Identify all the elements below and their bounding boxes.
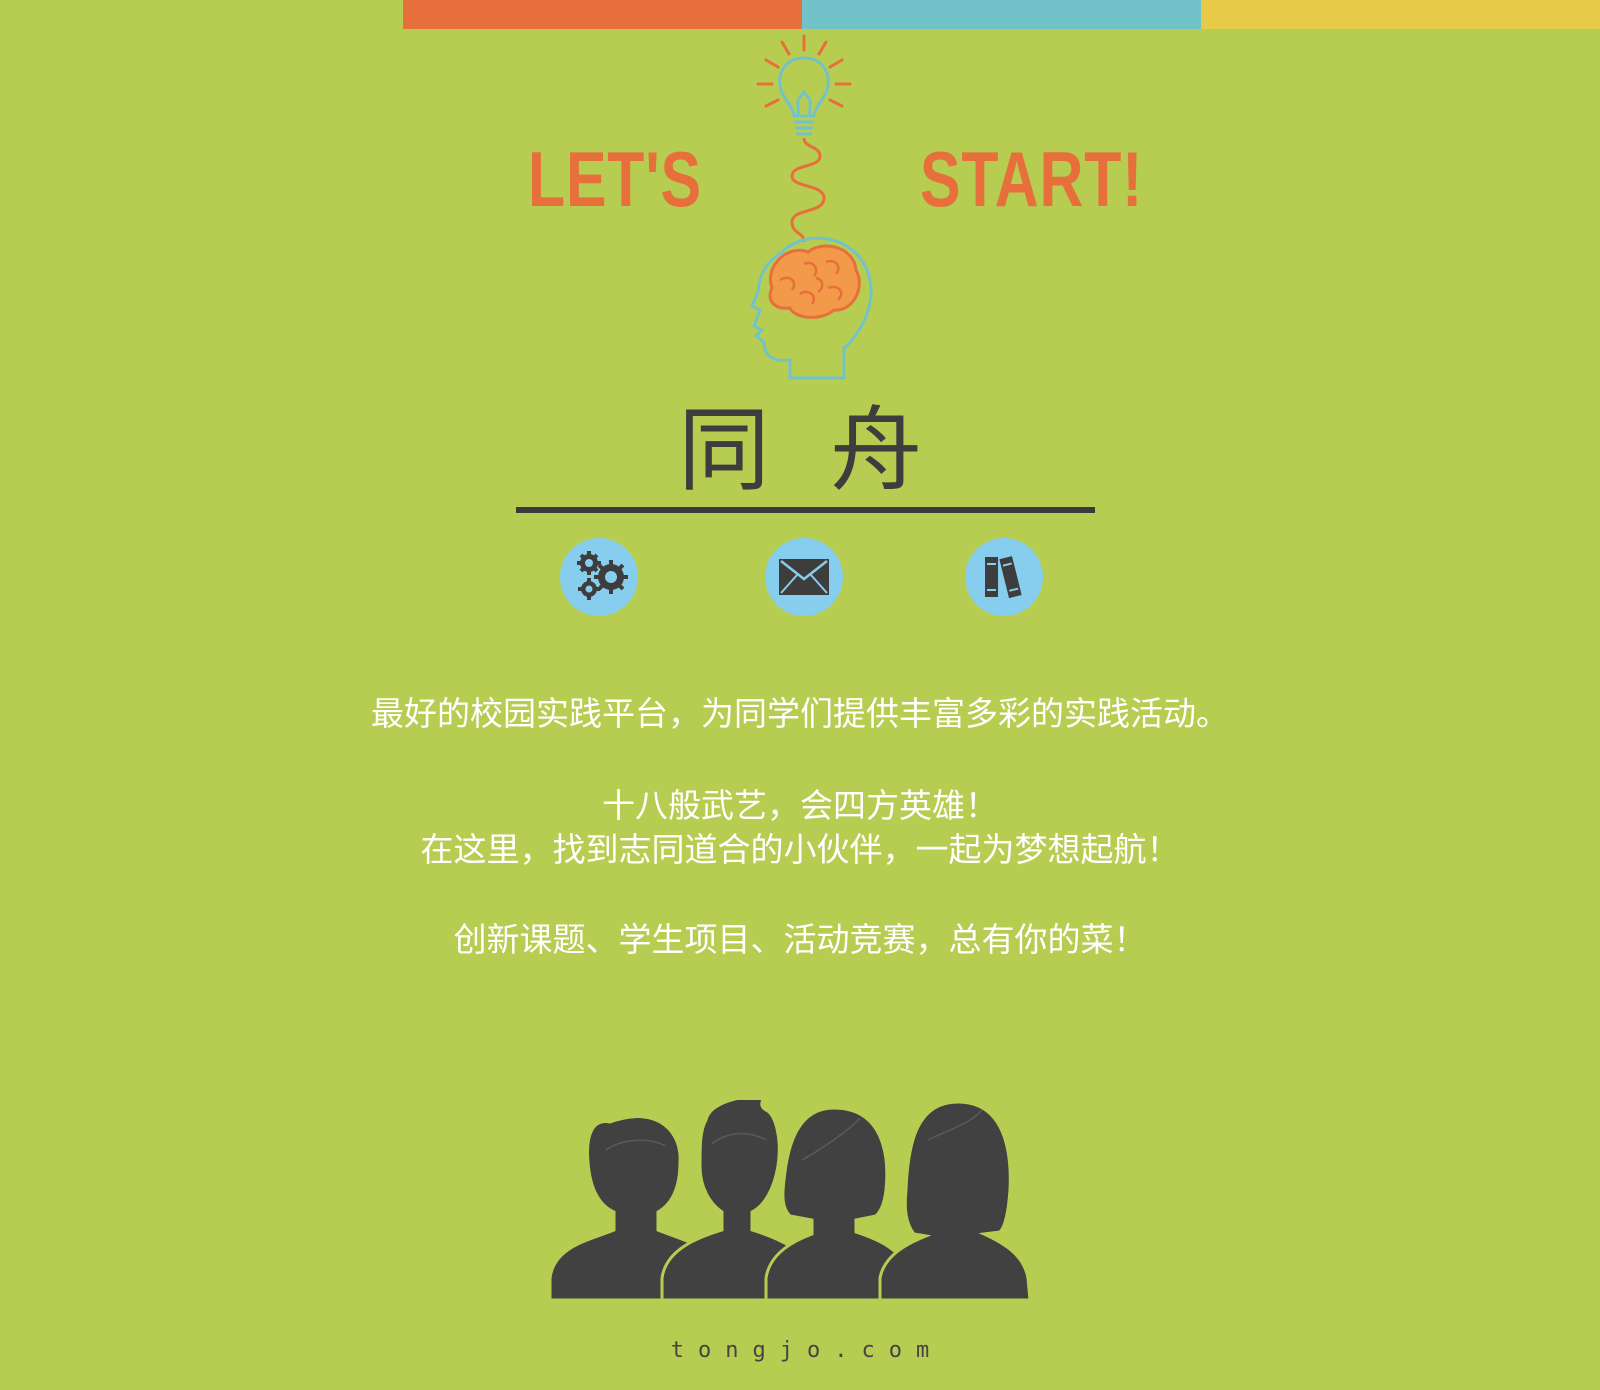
copy-line-2: 十八般武艺，会四方英雄！ <box>602 786 998 825</box>
envelope-icon <box>779 559 829 595</box>
lightbulb-rays-icon <box>756 34 852 108</box>
footer-domain[interactable]: tongjo.com <box>0 1338 1600 1363</box>
top-color-bar <box>403 0 1600 29</box>
team-silhouettes-illustration <box>550 1100 1032 1300</box>
hero-start-text: START! <box>920 135 1144 223</box>
copy-line-3: 在这里，找到志同道合的小伙伴，一起为梦想起航！ <box>420 830 1180 869</box>
lightbulb-brain-illustration <box>750 34 873 380</box>
feature-envelope-button[interactable] <box>765 538 843 616</box>
wire-icon <box>790 137 826 243</box>
brand-title: 同舟 <box>677 397 982 504</box>
feature-books-button[interactable] <box>965 538 1043 616</box>
gears-icon <box>577 551 628 600</box>
hero-lets-text: LET'S <box>528 135 702 223</box>
feature-gears-button[interactable] <box>560 538 638 616</box>
copy-line-1: 最好的校园实践平台，为同学们提供丰富多彩的实践活动。 <box>371 694 1229 733</box>
title-divider <box>516 507 1095 513</box>
top-bar-blue <box>802 0 1201 29</box>
top-bar-yellow <box>1201 0 1600 29</box>
lightbulb-icon <box>778 56 830 136</box>
top-bar-orange <box>403 0 802 29</box>
books-icon <box>985 556 1022 599</box>
brain-icon <box>768 244 861 319</box>
copy-line-4: 创新课题、学生项目、活动竞赛，总有你的菜！ <box>453 920 1147 959</box>
person-4-silhouette <box>878 1100 1032 1300</box>
